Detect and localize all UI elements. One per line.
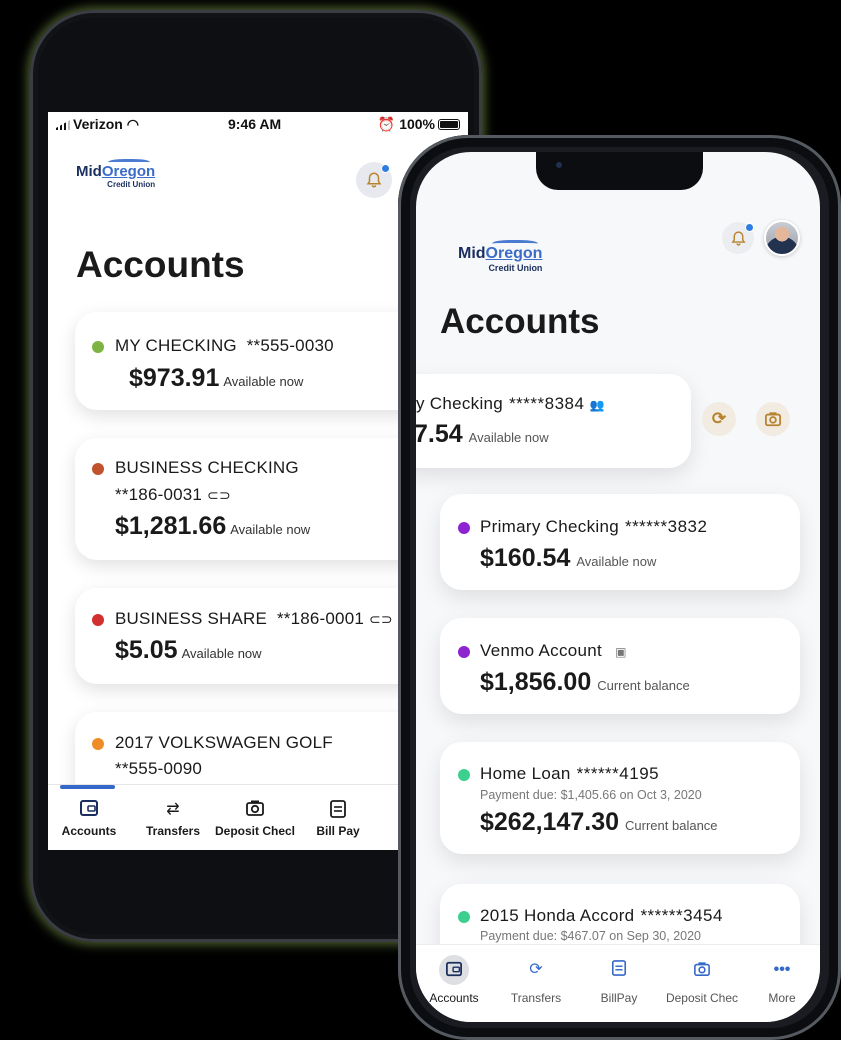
balance-label: Current balance: [597, 678, 690, 693]
tab-bill-pay[interactable]: Bill Pay: [310, 799, 366, 838]
account-number: **555-0090: [115, 759, 203, 778]
account-number: **186-0001: [276, 609, 365, 628]
tab-deposit-check[interactable]: Deposit Chec: [662, 955, 742, 1005]
carrier: Verizon ◠: [56, 116, 139, 133]
account-color-dot: [92, 738, 104, 750]
notification-dot: [381, 164, 390, 173]
tab-accounts[interactable]: Accounts: [58, 799, 120, 838]
camera-icon: [687, 955, 717, 985]
battery-icon: [438, 119, 460, 130]
bell-icon: [731, 230, 745, 246]
bottom-tab-bar: Accounts ⟳ Transfers BillPay Deposit Che…: [416, 944, 820, 1022]
midoregon-logo: MidOregon Credit Union: [458, 240, 542, 273]
signal-icon: [56, 120, 70, 130]
account-name: 2017 VOLKSWAGEN GOLF: [115, 733, 333, 752]
camera-icon: [765, 412, 781, 427]
bill-icon: [604, 955, 634, 985]
balance-label: Available now: [230, 522, 311, 537]
account-name: Venmo Account: [480, 641, 603, 660]
notifications-button[interactable]: [722, 222, 754, 254]
active-tab-indicator: [60, 785, 115, 789]
bell-icon: [366, 172, 382, 188]
notification-dot: [745, 223, 754, 232]
midoregon-logo: MidOregon Credit Union: [76, 159, 155, 189]
tab-more[interactable]: ••• More: [744, 955, 820, 1005]
tab-billpay[interactable]: BillPay: [579, 955, 659, 1005]
account-name: BUSINESS CHECKING: [115, 458, 299, 477]
deposit-action-button[interactable]: [756, 402, 790, 436]
bill-icon: [310, 799, 366, 819]
tab-accounts[interactable]: Accounts: [416, 955, 494, 1005]
account-name: BUSINESS SHARE: [115, 609, 268, 628]
account-card-venmo[interactable]: Venmo Account ▣ $1,856.00 Current balance: [440, 618, 800, 714]
account-number: ******3454: [640, 906, 723, 925]
wifi-icon: ◠: [126, 116, 139, 132]
camera-lens: [556, 162, 562, 168]
account-number: ******4195: [576, 764, 660, 783]
notifications-button[interactable]: [356, 162, 392, 198]
account-card-home-loan[interactable]: Home Loan ******4195 Payment due: $1,405.…: [440, 742, 800, 854]
page-title: Accounts: [76, 244, 245, 285]
account-balance: $1,856.00: [480, 668, 592, 696]
wallet-icon: [439, 955, 469, 985]
account-balance: $262,147.30: [480, 808, 620, 836]
balance-label: Available now: [223, 374, 304, 389]
transfer-icon: ⇄: [166, 801, 180, 818]
account-balance: $973.91: [129, 364, 220, 392]
account-color-dot: [458, 646, 470, 658]
link-icon: ⊂⊃: [368, 611, 393, 627]
battery: ⏰ 100%: [378, 116, 460, 133]
account-name: Home Loan: [480, 764, 571, 783]
balance-label: Available now: [576, 554, 657, 569]
account-balance: $5.05: [115, 636, 178, 664]
balance-label: Current balance: [625, 818, 718, 833]
balance-label: Available now: [468, 430, 549, 445]
account-name: ry Checking: [416, 394, 504, 413]
transfer-action-button[interactable]: ⟳: [702, 402, 736, 436]
account-color-dot: [458, 911, 470, 923]
account-balance: $1,281.66: [115, 512, 227, 540]
account-color-dot: [92, 614, 104, 626]
account-balance: 7.54: [416, 420, 463, 448]
account-card-swiped[interactable]: ry Checking *****8384 👥 7.54 Available now: [416, 374, 691, 468]
tab-transfers[interactable]: ⟳ Transfers: [496, 955, 576, 1005]
status-bar: Verizon ◠ 9:46 AM ⏰ 100%: [48, 112, 468, 138]
account-name: MY CHECKING: [115, 336, 237, 355]
camera-icon: [210, 799, 300, 819]
wallet-icon: [58, 799, 120, 819]
user-avatar[interactable]: [764, 220, 800, 256]
front-phone-screen: MidOregon Credit Union Accounts ry Check…: [416, 152, 820, 1022]
account-color-dot: [92, 341, 104, 353]
external-account-icon: ▣: [615, 645, 627, 659]
tab-transfers[interactable]: ⇄ Transfers: [140, 799, 206, 838]
transfer-icon: ⟳: [529, 961, 543, 978]
account-balance: $160.54: [480, 544, 571, 572]
page-title: Accounts: [440, 302, 600, 341]
account-name: 2015 Honda Accord: [480, 906, 635, 925]
payment-due-note: Payment due: $467.07 on Sep 30, 2020: [480, 929, 702, 943]
account-name: Primary Checking: [480, 517, 619, 536]
account-number: **555-0030: [246, 336, 334, 355]
account-number: **186-0031: [115, 485, 203, 504]
account-card-primary-checking[interactable]: Primary Checking ******3832 $160.54 Availa…: [440, 494, 800, 590]
tab-deposit-check[interactable]: Deposit Checl: [210, 799, 300, 838]
account-number: ******3832: [624, 517, 708, 536]
account-color-dot: [458, 769, 470, 781]
link-icon: ⊂⊃: [207, 487, 231, 503]
account-color-dot: [458, 522, 470, 534]
more-icon: •••: [773, 961, 791, 978]
alarm-icon: ⏰: [377, 116, 396, 132]
transfer-icon: ⟳: [711, 409, 727, 428]
account-number: *****8384: [509, 394, 585, 413]
account-color-dot: [92, 463, 104, 475]
status-time: 9:46 AM: [228, 116, 282, 132]
phone-notch: [536, 152, 703, 190]
payment-due-note: Payment due: $1,405.66 on Oct 3, 2020: [480, 788, 702, 802]
joint-account-icon: 👥: [589, 398, 605, 412]
balance-label: Available now: [181, 646, 262, 661]
